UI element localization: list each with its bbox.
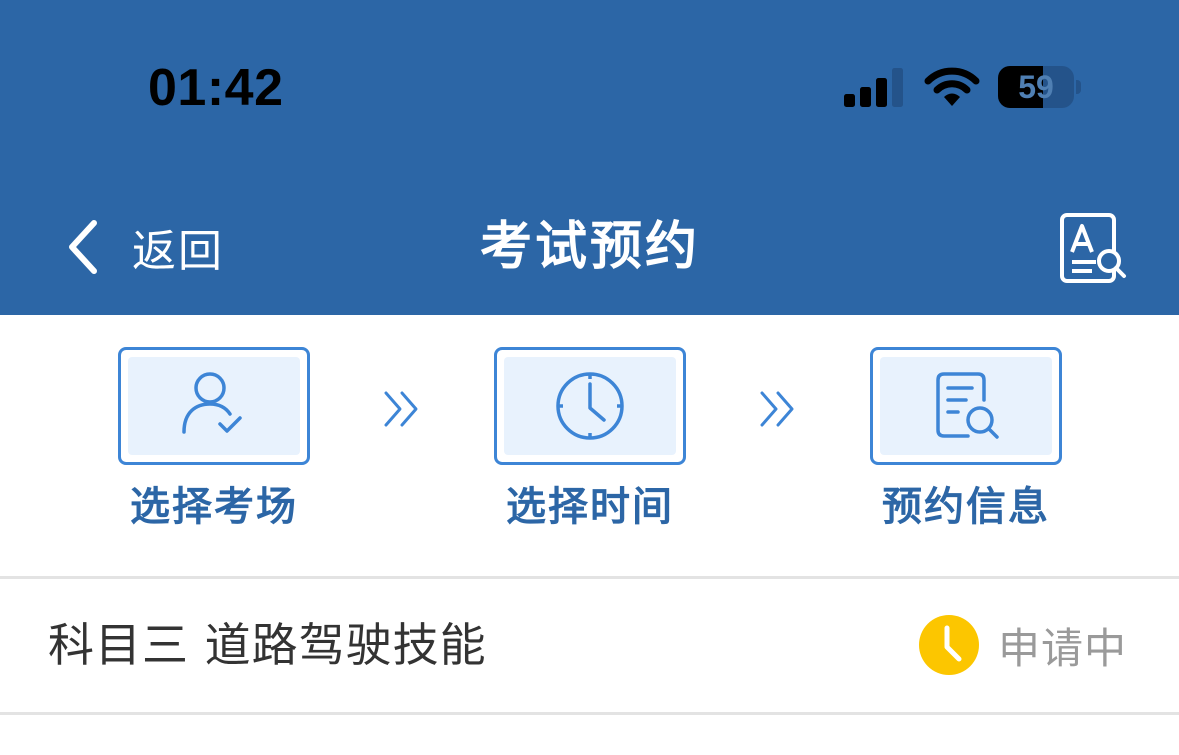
step-select-time: 选择时间	[494, 347, 686, 535]
document-search-icon	[936, 372, 999, 439]
step-select-venue: 选择考场	[118, 347, 310, 535]
back-label: 返回	[132, 226, 224, 277]
app-header: 01:42 59 返回 考试预约	[0, 0, 1179, 315]
step-icon-box	[870, 347, 1062, 465]
page-title: 考试预约	[479, 217, 700, 277]
document-search-icon[interactable]	[1058, 212, 1130, 286]
step-icon-box	[118, 347, 310, 465]
step-icon-box	[494, 347, 686, 465]
battery-icon: 59	[998, 66, 1074, 108]
status-badge: 申请中	[918, 613, 1127, 677]
step-booking-info: 预约信息	[870, 347, 1062, 535]
status-time: 01:42	[148, 59, 284, 117]
double-chevron-right-icon	[384, 391, 418, 427]
step-label: 选择考场	[130, 484, 298, 530]
battery-cap	[1076, 80, 1081, 94]
battery-indicator: 59	[998, 66, 1082, 108]
clock-icon	[556, 372, 624, 440]
subject-name: 科目三 道路驾驶技能	[48, 618, 487, 672]
user-check-icon	[182, 372, 242, 434]
booking-steps: 选择考场 选择时间 预约信息	[0, 315, 1179, 577]
wifi-icon	[924, 67, 980, 106]
exam-subject-row[interactable]: 科目三 道路驾驶技能 申请中	[0, 579, 1179, 712]
clock-icon	[919, 615, 979, 675]
chevron-left-icon	[69, 220, 97, 274]
divider	[0, 712, 1179, 715]
status-text: 申请中	[998, 623, 1128, 673]
step-label: 预约信息	[882, 484, 1050, 530]
battery-level: 59	[1018, 69, 1054, 105]
step-label: 选择时间	[506, 484, 674, 530]
back-button[interactable]: 返回	[62, 212, 242, 282]
double-chevron-right-icon	[760, 391, 794, 427]
cellular-signal-icon	[844, 68, 903, 107]
